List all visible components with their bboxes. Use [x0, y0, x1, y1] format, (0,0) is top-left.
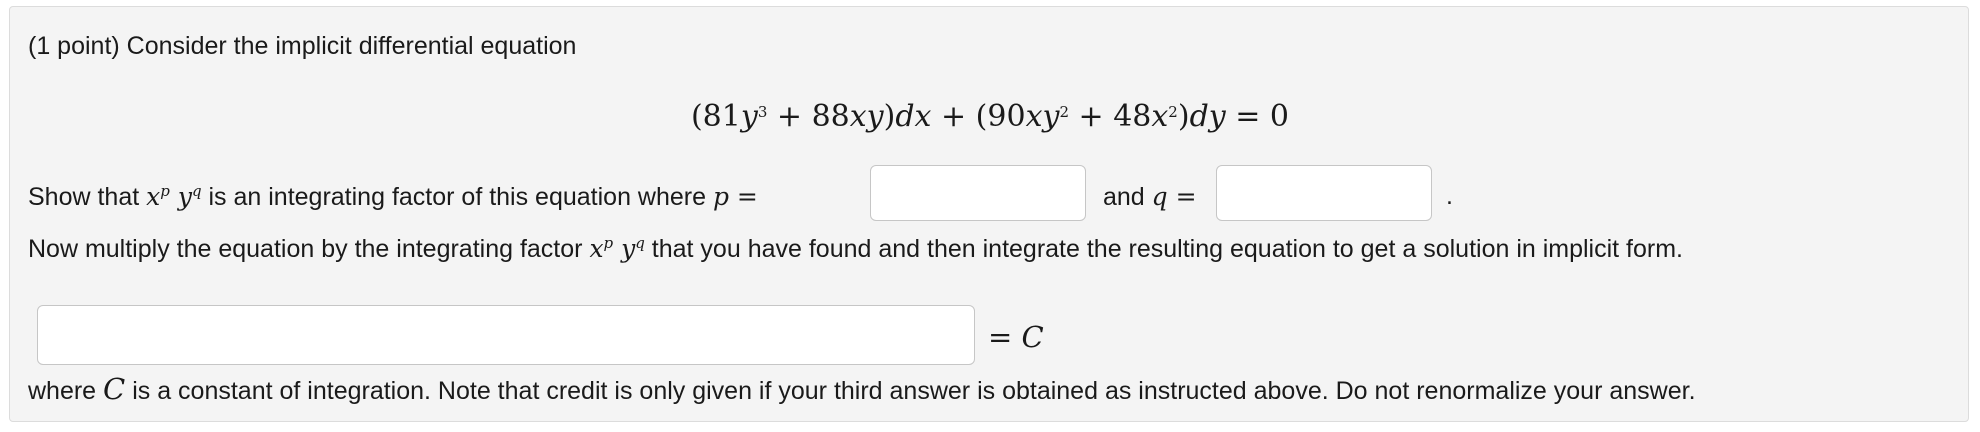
problem-header: (1 point) Consider the implicit differen…: [28, 32, 577, 60]
multiply-instruction: Now multiply the equation by the integra…: [28, 234, 1684, 263]
integrating-factor-prompt: Show that xp yq is an integrating factor…: [28, 182, 758, 211]
and-q-label: and q =: [1103, 182, 1197, 211]
differential-equation: (81y3 + 88xy)dx + (90xy2 + 48x2)dy = 0: [690, 99, 1290, 134]
p-input[interactable]: [870, 165, 1086, 221]
implicit-solution-input[interactable]: [37, 305, 975, 365]
equals-constant: = C: [988, 320, 1044, 354]
period: .: [1446, 182, 1453, 210]
constant-note: where C is a constant of integration. No…: [28, 372, 1696, 406]
q-input[interactable]: [1216, 165, 1432, 221]
problem-panel: (1 point) Consider the implicit differen…: [9, 6, 1969, 422]
